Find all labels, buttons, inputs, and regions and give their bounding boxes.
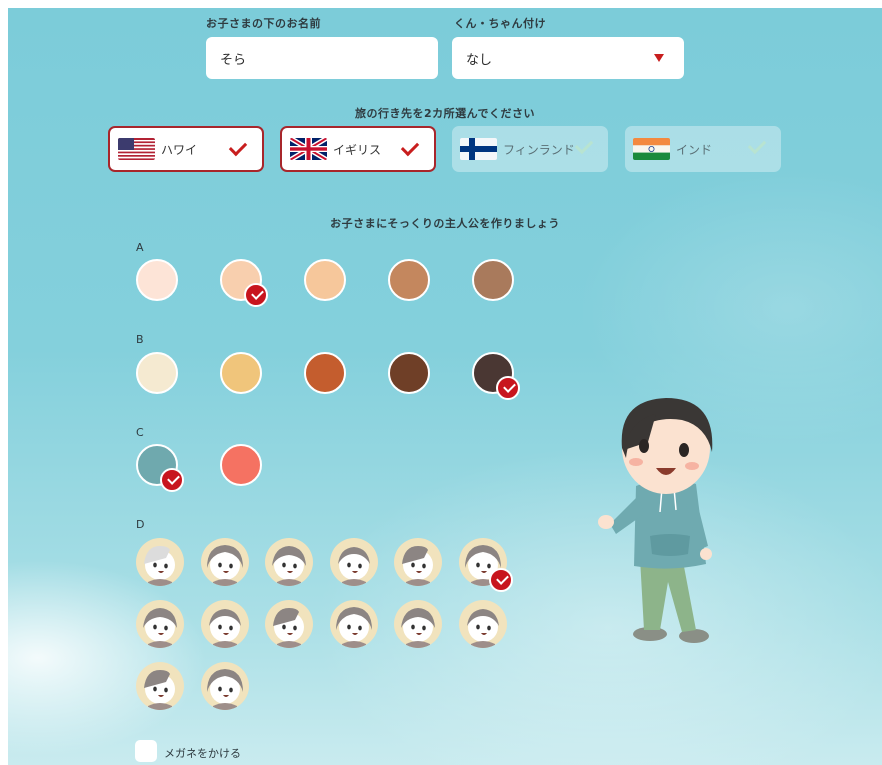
group-c-label: C (136, 426, 145, 439)
honorific-label: くん・ちゃん付け (454, 17, 546, 30)
name-input-value: そら (220, 52, 247, 68)
destination-uk[interactable]: イギリス (280, 126, 436, 172)
glasses-checkbox[interactable] (135, 740, 157, 762)
hairstyle-option[interactable] (329, 538, 378, 586)
name-input[interactable]: そら (206, 37, 438, 79)
name-label: お子さまの下のお名前 (206, 17, 321, 30)
destinations-title: 旅の行き先を2カ所選んでください (354, 107, 536, 120)
honorific-select-value: なし (466, 52, 493, 68)
group-d-label: D (136, 518, 145, 531)
skin-tone-swatch[interactable] (136, 259, 178, 301)
hairstyle-option[interactable] (329, 600, 378, 648)
hair-color-swatch[interactable] (304, 352, 346, 394)
skin-tone-swatch[interactable] (472, 259, 514, 301)
clothes-color-swatch[interactable] (220, 444, 262, 486)
hairstyle-option[interactable] (458, 600, 507, 648)
caret-down-icon (654, 54, 664, 62)
uk-flag-icon (290, 138, 327, 160)
group-a-label: A (136, 241, 145, 254)
honorific-select[interactable]: なし (452, 37, 684, 79)
destination-hawaii[interactable]: ハワイ (108, 126, 264, 172)
group-b-label: B (136, 333, 145, 346)
selected-check-icon (160, 468, 184, 492)
destination-uk-label: イギリス (333, 142, 382, 157)
hairstyle-option[interactable] (136, 538, 184, 586)
character-preview-illustration (598, 398, 713, 643)
destination-india[interactable]: インド (625, 126, 781, 172)
app-canvas: お子さまの下のお名前 そら くん・ちゃん付け なし 旅の行き先を2カ所選んでくだ… (8, 8, 882, 765)
india-flag-icon (633, 138, 670, 160)
hairstyle-option[interactable] (136, 662, 184, 710)
hairstyle-option[interactable] (394, 600, 442, 648)
hairstyle-option[interactable] (265, 538, 313, 586)
us-flag-icon (118, 138, 155, 160)
hair-color-swatch[interactable] (136, 352, 178, 394)
glasses-label: メガネをかける (164, 747, 241, 760)
hair-color-swatch[interactable] (388, 352, 430, 394)
hairstyle-option[interactable] (200, 538, 249, 586)
finland-flag-icon (460, 138, 497, 160)
selected-check-icon (244, 283, 268, 307)
character-title: お子さまにそっくりの主人公を作りましょう (330, 217, 560, 230)
skin-tone-swatch[interactable] (388, 259, 430, 301)
destination-finland[interactable]: フィンランド (452, 126, 608, 172)
hair-color-swatch[interactable] (220, 352, 262, 394)
hairstyle-option[interactable] (394, 538, 442, 586)
skin-tone-swatch[interactable] (304, 259, 346, 301)
selected-check-icon (496, 376, 520, 400)
hairstyle-option[interactable] (200, 662, 249, 710)
hairstyle-option[interactable] (200, 600, 249, 648)
destination-hawaii-label: ハワイ (161, 142, 198, 157)
hairstyle-option[interactable] (265, 600, 313, 648)
hairstyle-option[interactable] (136, 600, 184, 648)
selected-check-icon (488, 568, 513, 592)
